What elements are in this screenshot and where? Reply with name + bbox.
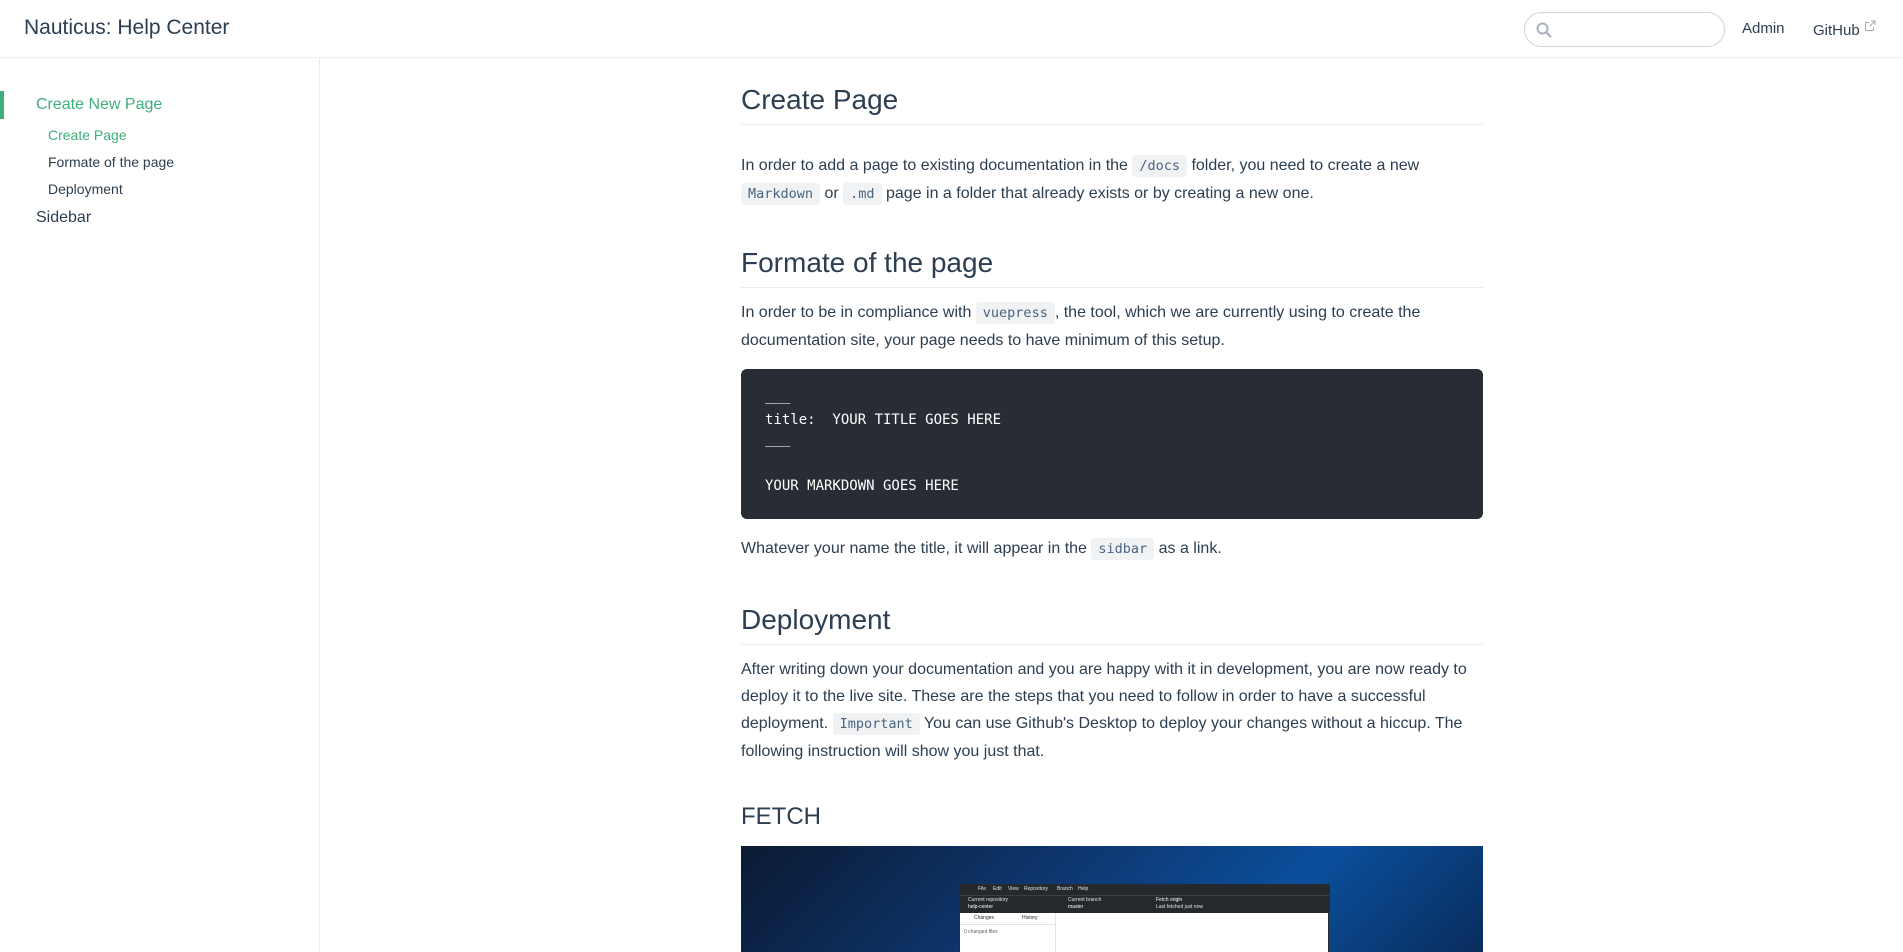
text: After writing down your documentation an…	[741, 661, 1467, 678]
inline-code: Markdown	[741, 183, 821, 205]
text: deploy it to the live site. These are th…	[741, 688, 1426, 705]
inline-code: sidbar	[1091, 538, 1155, 560]
fetch-origin-label: Fetch origin	[1156, 897, 1183, 903]
sidebar-item-formate-of-the-page[interactable]: Formate of the page	[48, 154, 174, 170]
code-line: YOUR MARKDOWN GOES HERE	[765, 478, 959, 494]
site-name-link[interactable]: Nauticus: Help Center	[24, 16, 229, 40]
heading-formate-of-the-page: Formate of the page	[741, 247, 1483, 288]
menu-item: Repository	[1024, 886, 1048, 892]
nav-link-admin[interactable]: Admin	[1742, 20, 1785, 37]
menu-item: Edit	[993, 886, 1002, 892]
fetch-origin-sub: Last fetched just now	[1156, 904, 1203, 910]
text: , the tool, which we are currently using…	[1054, 304, 1421, 321]
github-desktop-window: File Edit View Repository Branch Help Cu…	[959, 884, 1330, 952]
sidebar-item-deployment[interactable]: Deployment	[48, 181, 123, 197]
window-toolbar: Current repository help-center Current b…	[960, 895, 1330, 913]
format-paragraph: In order to be in compliance with vuepre…	[741, 299, 1483, 354]
menu-item: Help	[1078, 886, 1089, 892]
sidebar-group-create-new-page[interactable]: Create New Page	[36, 96, 162, 114]
sidebar-note-paragraph: Whatever your name the title, it will ap…	[741, 535, 1483, 563]
navbar: Nauticus: Help Center Admin GitHub	[0, 0, 1903, 58]
code-line: ___	[765, 388, 791, 404]
window-divider	[1055, 913, 1056, 952]
text: folder, you need to create a new	[1187, 157, 1420, 174]
code-line: ___	[765, 431, 791, 447]
create-page-paragraph: In order to add a page to existing docum…	[741, 152, 1483, 208]
text: following instruction will show you just…	[741, 743, 1045, 760]
window-titlebar: File Edit View Repository Branch Help	[960, 885, 1330, 895]
inline-code: Important	[832, 713, 920, 735]
external-link-icon	[1864, 20, 1876, 31]
code-block: ___ title: YOUR TITLE GOES HERE ___ YOUR…	[741, 369, 1483, 519]
inline-code: /docs	[1132, 155, 1188, 177]
search-icon	[1536, 22, 1552, 38]
deployment-paragraph: After writing down your documentation an…	[741, 656, 1483, 765]
sidebar-item-create-page[interactable]: Create Page	[48, 127, 127, 143]
text: deployment.	[741, 715, 833, 732]
sidebar: Create New Page Create Page Formate of t…	[0, 58, 320, 952]
menu-item: File	[978, 886, 987, 892]
menu-item: View	[1008, 886, 1019, 892]
heading-create-page: Create Page	[741, 84, 1483, 125]
tab-changes: Changes	[974, 915, 995, 921]
menu-item: Branch	[1057, 886, 1073, 892]
heading-deployment: Deployment	[741, 604, 1483, 645]
text: Whatever your name the title, it will ap…	[741, 540, 1092, 557]
inline-code: vuepress	[975, 302, 1055, 324]
text: In order to be in compliance with	[741, 304, 976, 321]
text: documentation site, your page needs to h…	[741, 332, 1225, 349]
branch-name: master	[1068, 904, 1084, 910]
text: page in a folder that already exists or …	[881, 185, 1314, 202]
changed-files-row: 0 changed files	[964, 929, 998, 935]
nav-link-github-label: GitHub	[1813, 22, 1860, 39]
inline-code: .md	[843, 183, 882, 205]
search-box[interactable]	[1524, 12, 1725, 47]
tab-history: History	[1022, 915, 1038, 921]
sidebar-group-sidebar[interactable]: Sidebar	[36, 209, 91, 227]
code-line: title: YOUR TITLE GOES HERE	[765, 412, 1002, 428]
repo-name: help-center	[968, 904, 994, 910]
text: You can use Github's Desktop to deploy y…	[919, 715, 1463, 732]
search-input[interactable]	[1557, 17, 1717, 43]
text: In order to add a page to existing docum…	[741, 157, 1133, 174]
window-tabs: Changes History	[960, 913, 1055, 925]
repo-label: Current repository	[968, 897, 1009, 903]
heading-fetch: FETCH	[741, 803, 821, 830]
text: as a link.	[1154, 540, 1222, 557]
branch-label: Current branch	[1068, 897, 1102, 903]
text: or	[820, 185, 844, 202]
nav-link-github[interactable]: GitHub	[1813, 20, 1876, 39]
fetch-screenshot-image: File Edit View Repository Branch Help Cu…	[741, 846, 1483, 952]
